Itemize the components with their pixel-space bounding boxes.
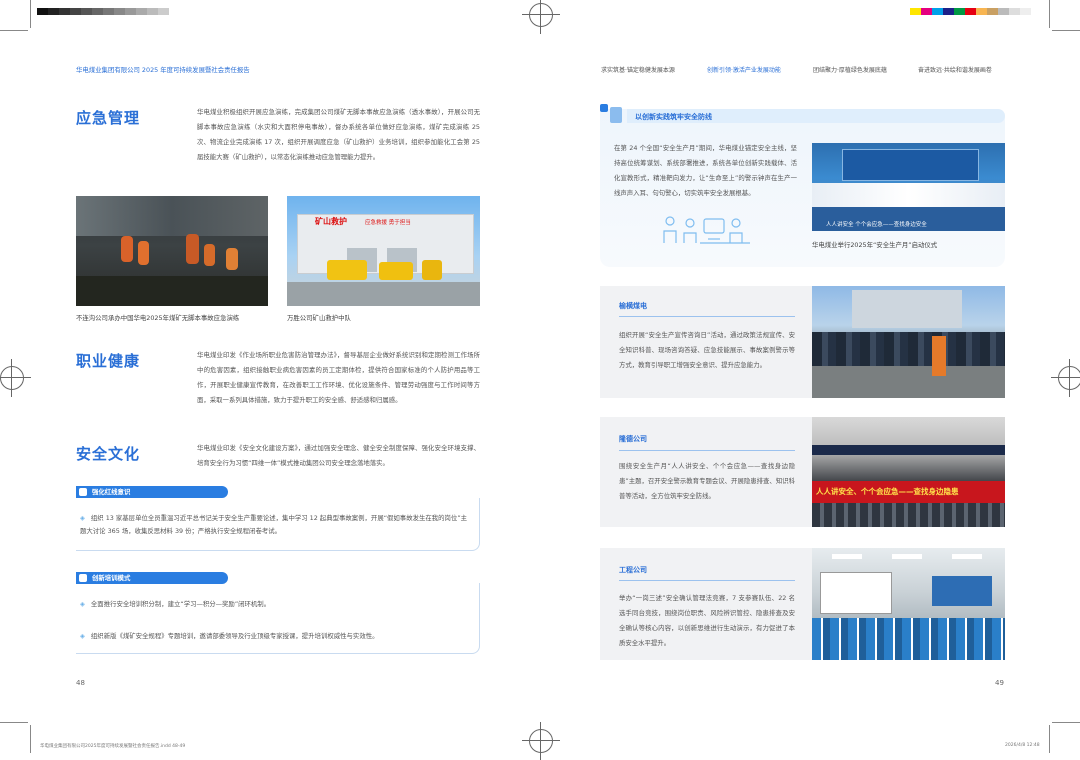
card-engineering-text: 举办“一岗三述”安全确认管理法竞赛，7 支参赛队伍、22 名选手同台竞技，围绕岗… [619,594,795,647]
page-number-left: 48 [76,679,85,687]
card-divider [619,580,795,581]
grayscale-color-bar [37,8,169,15]
bullet-training-2: ◈ 组织新版《煤矿安全规程》专题培训，邀请部委领导及行业顶级专家授课，提升培训权威… [80,630,472,643]
crop-mark [1052,30,1080,31]
bullet-training-2-text: 组织新版《煤矿安全规程》专题培训，邀请部委领导及行业顶级专家授课，提升培训权威性… [90,632,379,640]
banner-title: 以创新实践筑牢安全防线 [635,113,712,121]
training-panel [76,583,480,654]
caption-launch-ceremony: 华电煤业举行2025年“安全生产月”启动仪式 [812,241,938,249]
report-header-title: 华电煤业集团有限公司 2025 年度可持续发展暨社会责任报告 [76,66,250,74]
yuheng-photo [812,286,1005,398]
registration-mark-right [1051,359,1080,397]
section-title-culture: 安全文化 [76,445,141,463]
building-sign: 矿山救护 [315,217,347,226]
ceremony-stage-text: 人人讲安全 个个会应急——查找身边安全 [826,222,927,228]
safety-team-illustration [660,213,750,249]
card-longde-title: 隆德公司 [619,435,647,443]
caption-drill: 不连沟公司承办中国华电2025年煤矿无脚本事故应急演练 [76,314,240,322]
intro-text: 在第 24 个全国“安全生产月”期间，华电煤业锚定安全主线，坚持高位统筹谋划、系… [614,144,797,197]
registration-mark-top [522,0,560,34]
launch-ceremony-photo: 人人讲安全 个个会应急——查找身边安全 [812,143,1005,231]
nav-item-2[interactable]: 创新引领·激活产业发展动能 [707,65,781,74]
card-yuheng-text: 组织开展“安全生产宣传咨询日”活动，通过政策法规宣传、安全知识科普、现场咨询答疑… [619,331,795,369]
card-divider [619,316,795,317]
health-text: 华电煤业印发《作业场所职业危害防治管理办法》，督导基层企业做好系统识别和定期检测… [197,351,480,404]
pill-training: 创新培训模式 [76,572,228,584]
pill-redline: 强化红线意识 [76,486,228,498]
bullet-dot-icon: ◈ [80,632,85,640]
rescue-team-photo: 矿山救护 应急救援 勇于担当 [287,196,480,306]
crop-mark [1052,722,1080,723]
bullet-redline: ◈ 组织 13 家基层单位全员重温习近平总书记关于安全生产重要论述，集中学习 12… [80,512,472,538]
nav-item-1[interactable]: 求实筑基·锚定稳健发展本源 [601,65,675,74]
caption-rescue-team: 万胜公司矿山救护中队 [287,314,351,322]
bullet-training-1-text: 全面推行安全培训积分制，建立“学习—积分—奖励”闭环机制。 [90,600,271,608]
footer-slug-left: 华电煤业集团有限公司2025年度可持续发展暨社会责任报告.indd 48-49 [40,744,186,749]
emergency-drill-photo [76,196,268,306]
bullet-dot-icon: ◈ [80,514,85,522]
longde-banner-text: 人人讲安全、个个会应急——查找身边隐患 [816,487,959,496]
book-icon [79,574,87,582]
bullet-redline-text: 组织 13 家基层单位全员重温习近平总书记关于安全生产重要论述，集中学习 12 … [80,514,468,535]
crop-mark [30,0,31,28]
registration-mark-left [0,359,31,397]
registration-mark-bottom [522,722,560,760]
section-title-emergency: 应急管理 [76,109,141,127]
card-divider [619,450,795,451]
emergency-text: 华电煤业积极组织开展应急演练，完成集团公司煤矿无脚本事故应急演练（透水事故），开… [197,108,480,161]
page-number-right: 49 [995,679,1004,687]
longde-meeting-photo: 人人讲安全、个个会应急——查找身边隐患 [812,417,1005,527]
footer-slug-right: 2026/4/8 12:48 [1005,743,1040,748]
bullet-dot-icon: ◈ [80,600,85,608]
nav-item-4[interactable]: 奋进致远·共绘和谐发展画卷 [918,65,992,74]
engineering-competition-photo [812,548,1005,660]
nav-item-3[interactable]: 团结聚力·厚植绿色发展底蕴 [813,65,887,74]
crop-mark [0,30,28,31]
culture-text: 华电煤业印发《安全文化建设方案》，通过加强安全理念、健全安全制度保障、强化安全环… [197,444,480,467]
crop-mark [0,722,28,723]
cmyk-color-bar [910,8,1031,15]
shield-icon [79,488,87,496]
bullet-training-1: ◈ 全面推行安全培训积分制，建立“学习—积分—奖励”闭环机制。 [80,598,472,611]
pill-redline-label: 强化红线意识 [92,488,131,496]
card-engineering-title: 工程公司 [619,566,647,574]
banner-icon [600,104,624,124]
card-longde-text: 围绕安全生产月“人人讲安全、个个会应急——查找身边隐患”主题，召开安全警示教育专… [619,462,795,500]
crop-mark [1049,0,1050,28]
card-yuheng-title: 榆横煤电 [619,302,647,310]
pill-training-label: 创新培训模式 [92,574,131,582]
section-title-health: 职业健康 [76,352,141,370]
building-slogan: 应急救援 勇于担当 [365,220,411,226]
crop-mark [30,725,31,753]
crop-mark [1049,725,1050,753]
